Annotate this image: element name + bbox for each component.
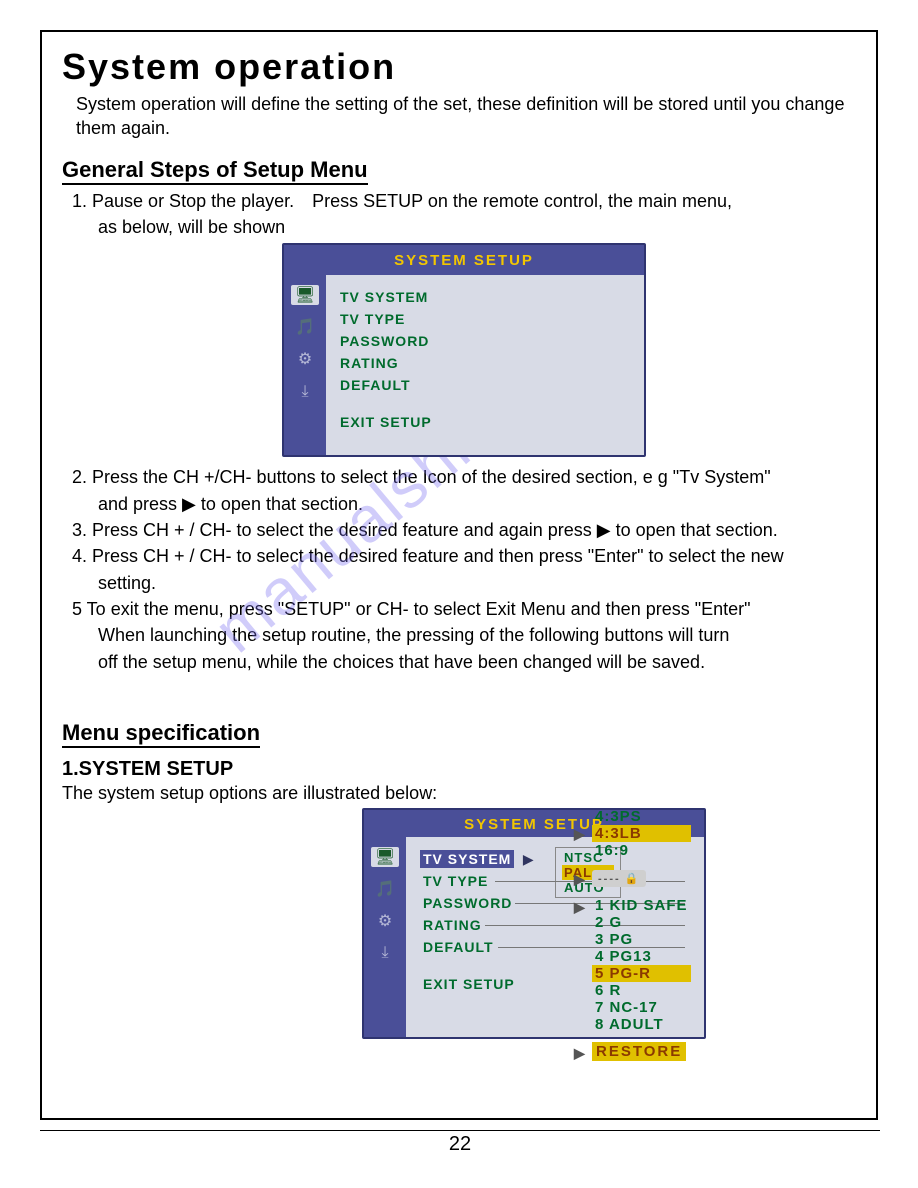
step-2-line-2: and press ▶ to open that section.: [98, 492, 856, 516]
opt-adult: 8 ADULT: [592, 1016, 691, 1033]
lock-icon: 🔒: [625, 872, 641, 885]
opt-pg13: 4 PG13: [592, 948, 691, 965]
opt-4-3lb: 4:3LB: [592, 825, 691, 842]
monitor-icon: 🖥: [371, 847, 399, 867]
tv-type-options: 4:3PS 4:3LB 16:9 ▶: [592, 808, 691, 859]
download-icon: ⤓: [293, 381, 317, 401]
monitor-icon: 🖥: [291, 285, 319, 305]
menu-rating: RATING: [340, 354, 630, 373]
right-options-column: 4:3PS 4:3LB 16:9 ▶ ▶ ---- 🔒 ▶ 1 KID SAFE…: [592, 808, 691, 1071]
osd-screenshot-1: SYSTEM SETUP 🖥 🎵 ⚙ ⤓ TV SYSTEM TV TYPE P…: [282, 243, 646, 457]
note-icon: 🎵: [373, 879, 397, 899]
menu-rating-label: RATING: [420, 916, 485, 934]
steps-block: 1. Pause or Stop the player. Press SETUP…: [72, 189, 856, 674]
step-1-line-2: as below, will be shown: [98, 215, 856, 239]
download-icon: ⤓: [373, 943, 397, 963]
menu-password: PASSWORD: [340, 332, 630, 351]
menu-tv-system-selected: TV SYSTEM: [420, 850, 514, 868]
manual-page: manualshive.com System operation System …: [40, 30, 878, 1120]
intro-text: System operation will define the setting…: [76, 92, 856, 141]
step-4-line-2: setting.: [98, 571, 856, 595]
arrow-right-icon: ▶: [574, 899, 586, 916]
step-2-line-1: 2. Press the CH +/CH- buttons to select …: [72, 465, 856, 489]
menu-tv-type: TV TYPE: [340, 310, 630, 329]
osd-header: SYSTEM SETUP: [284, 245, 644, 275]
rating-options: ▶ 1 KID SAFE 2 G 3 PG 4 PG13 5 PG-R 6 R …: [592, 897, 691, 1033]
step-5-line-2: When launching the setup routine, the pr…: [98, 623, 856, 647]
osd-screenshot-2-wrap: SYSTEM SETUP 🖥 🎵 ⚙ ⤓ TV SYSTEM ▶ NTSC PA…: [212, 808, 856, 1039]
opt-kid-safe: 1 KID SAFE: [592, 897, 691, 914]
osd2-icon-column: 🖥 🎵 ⚙ ⤓: [364, 837, 406, 1037]
step-1-line-1: 1. Pause or Stop the player. Press SETUP…: [72, 189, 856, 213]
menu-tv-type-label: TV TYPE: [420, 872, 491, 890]
opt-pg-r: 5 PG-R: [592, 965, 691, 982]
opt-g: 2 G: [592, 914, 691, 931]
step-3: 3. Press CH + / CH- to select the desire…: [72, 518, 856, 542]
opt-restore: RESTORE: [592, 1042, 686, 1061]
gear-icon: ⚙: [373, 911, 397, 931]
default-option: ▶ RESTORE: [592, 1043, 691, 1060]
step-5-line-3: off the setup menu, while the choices th…: [98, 650, 856, 674]
menu-exit-label: EXIT SETUP: [420, 975, 518, 993]
opt-nc17: 7 NC-17: [592, 999, 691, 1016]
heading-system-setup: 1.SYSTEM SETUP: [62, 758, 856, 781]
menu-tv-system: TV SYSTEM: [340, 288, 630, 307]
note-icon: 🎵: [293, 317, 317, 337]
password-value: ----: [598, 873, 621, 885]
step-5-line-1: 5 To exit the menu, press "SETUP" or CH-…: [72, 597, 856, 621]
gear-icon: ⚙: [293, 349, 317, 369]
page-number: 22: [40, 1130, 880, 1156]
menu-exit: EXIT SETUP: [340, 413, 630, 432]
osd-icon-column: 🖥 🎵 ⚙ ⤓: [284, 275, 326, 455]
arrow-right-icon: ▶: [574, 826, 586, 843]
osd-menu-list: TV SYSTEM TV TYPE PASSWORD RATING DEFAUL…: [326, 275, 644, 455]
opt-r: 6 R: [592, 982, 691, 999]
opt-pg: 3 PG: [592, 931, 691, 948]
step-4-line-1: 4. Press CH + / CH- to select the desire…: [72, 544, 856, 568]
menu-default-label: DEFAULT: [420, 938, 497, 956]
menu-default: DEFAULT: [340, 376, 630, 395]
opt-4-3ps: 4:3PS: [592, 808, 691, 825]
arrow-right-icon: ▶: [574, 871, 586, 888]
menu-password-label: PASSWORD: [420, 894, 515, 912]
arrow-right-icon: ▶: [574, 1045, 586, 1062]
chevron-right-icon: ▶: [523, 851, 534, 867]
heading-general-steps: General Steps of Setup Menu: [62, 157, 368, 185]
page-title: System operation: [62, 46, 856, 88]
opt-16-9: 16:9: [592, 842, 691, 859]
system-setup-text: The system setup options are illustrated…: [62, 783, 856, 804]
heading-menu-spec: Menu specification: [62, 720, 260, 748]
password-display: ▶ ---- 🔒: [592, 869, 691, 888]
password-masked: ---- 🔒: [592, 870, 646, 887]
